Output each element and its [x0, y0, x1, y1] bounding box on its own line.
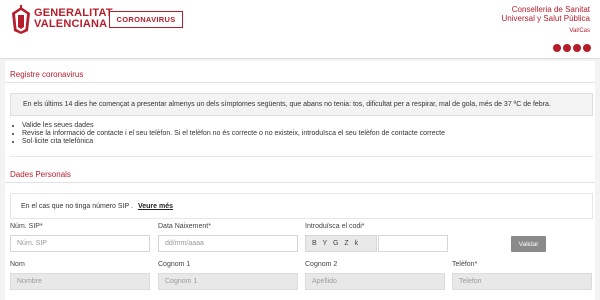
registre-title: Registre coronavirus [10, 70, 84, 79]
twitter-icon[interactable] [563, 44, 571, 52]
sip-note-text: En el cas que no tinga número SIP . [21, 202, 133, 210]
surname2-label: Cognom 2 [305, 261, 338, 268]
phone-label: Telèfon* [452, 261, 478, 268]
surname1-label: Cognom 1 [158, 261, 191, 268]
dades-title-rule [5, 182, 595, 183]
instructions-list: Valide les seues dades Revise la informa… [12, 122, 445, 145]
list-item: Valide les seues dades [22, 122, 445, 130]
brand-name[interactable]: GENERALITAT VALENCIANA [34, 8, 113, 30]
veure-mes-link[interactable]: Veure més [138, 203, 173, 210]
conselleria-line-2: Universal y Salut Pública [501, 14, 590, 23]
birth-date-label: Data Naixement* [158, 223, 211, 230]
sip-note: En el cas que no tinga número SIP . Veur… [10, 193, 593, 219]
brand-line-2: VALENCIANA [34, 18, 108, 30]
symptoms-notice: En els últims 14 dies he començat a pres… [10, 93, 593, 116]
code-label: Introduïsca el codi* [305, 223, 365, 230]
name-label: Nom [10, 261, 25, 268]
social-links [553, 44, 591, 52]
language-switch[interactable]: Val/Cas [569, 28, 590, 34]
list-item: Revise la informació de contacte i el se… [22, 130, 445, 138]
site-header: GENERALITAT VALENCIANA CORONAVIRUS Conse… [0, 0, 600, 58]
name-input[interactable]: Nombre [10, 273, 150, 290]
conselleria-name: Conselleria de Sanitat Universal y Salut… [502, 5, 590, 23]
coronavirus-badge[interactable]: CORONAVIRUS [109, 11, 183, 28]
sip-input[interactable]: Núm. SIP [10, 235, 150, 252]
instructions-divider [10, 156, 593, 157]
youtube-icon[interactable] [553, 44, 561, 52]
birth-date-input[interactable]: dd/mm/aaaa [158, 235, 298, 252]
instagram-icon[interactable] [573, 44, 581, 52]
conselleria-line-1: Conselleria de Sanitat [511, 5, 590, 14]
surname1-input[interactable]: Cognom 1 [158, 273, 298, 290]
dades-title: Dades Personals [10, 170, 71, 179]
code-input[interactable] [378, 235, 448, 252]
sip-label: Núm. SIP* [10, 223, 43, 230]
surname2-input[interactable]: Apellido [305, 273, 445, 290]
phone-input[interactable]: Telefon [452, 273, 592, 290]
captcha-image: B Y G Z k [305, 235, 377, 252]
validate-button[interactable]: Validar [511, 236, 546, 252]
header-divider [0, 58, 600, 59]
generalitat-logo-icon[interactable] [10, 5, 32, 35]
list-item: Sol·licite cita telefònica [22, 138, 445, 146]
page: GENERALITAT VALENCIANA CORONAVIRUS Conse… [0, 0, 600, 300]
flickr-icon[interactable] [583, 44, 591, 52]
registre-title-rule [5, 82, 595, 83]
